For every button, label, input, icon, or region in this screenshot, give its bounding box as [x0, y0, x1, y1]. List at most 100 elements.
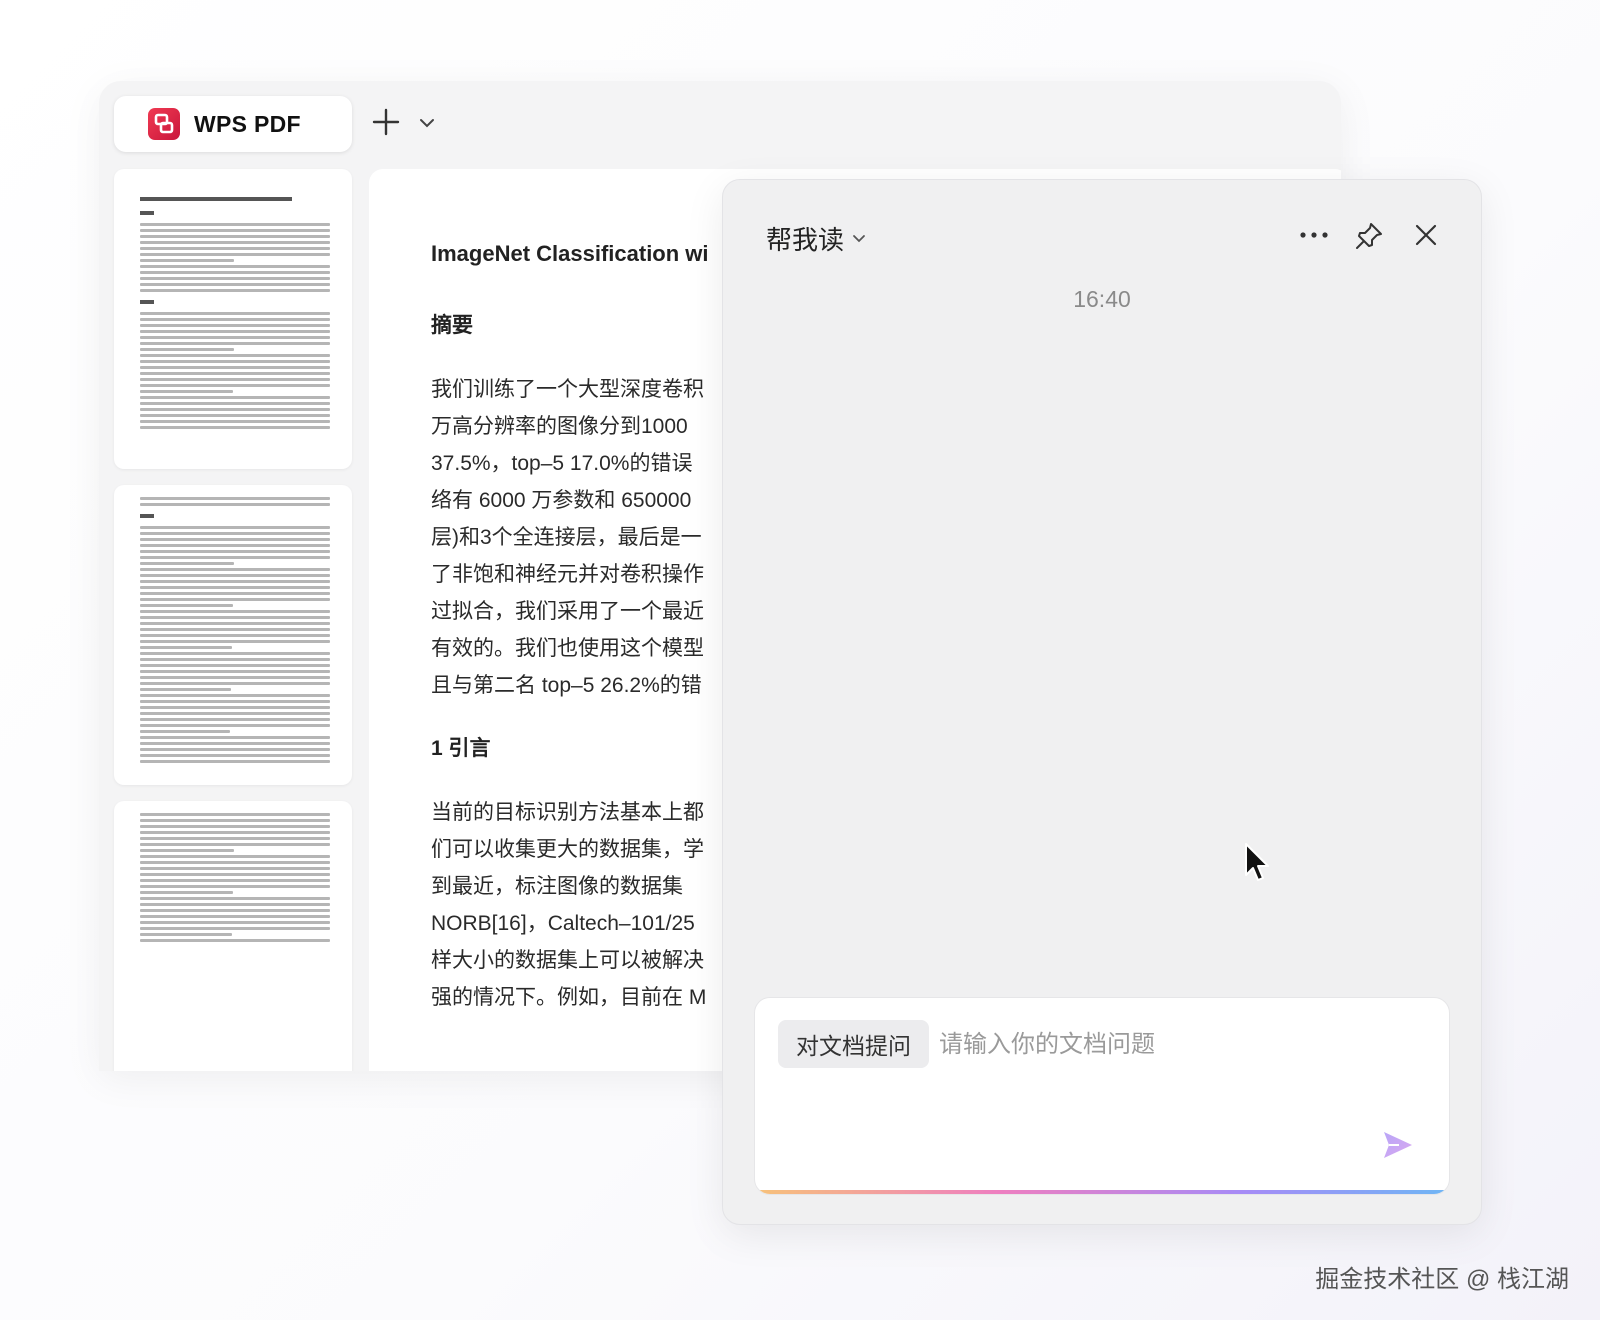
thumbnail-text-line [140, 903, 330, 906]
thumbnail-text-line [140, 736, 330, 739]
thumbnail-text-line [140, 819, 330, 822]
text-line: 当前的目标识别方法基本上都 [431, 801, 704, 824]
thumbnail-text-line [140, 849, 234, 852]
thumbnail-text-line [140, 277, 330, 280]
thumbnail-text-line [140, 556, 330, 559]
thumbnail-text-line [140, 658, 330, 661]
thumbnail-text-line [140, 396, 330, 399]
thumbnail-text-line [140, 682, 330, 685]
thumbnail-section [140, 211, 154, 215]
thumbnail-text-line [140, 754, 330, 757]
thumbnail-text-line [140, 718, 330, 721]
chevron-down-icon[interactable] [419, 117, 435, 129]
thumbnail-text-line [140, 247, 330, 250]
thumbnail-text-line [140, 921, 330, 924]
thumbnail-text-line [140, 223, 330, 226]
thumbnail-text-line [140, 229, 330, 232]
thumbnail-text-line [140, 688, 231, 691]
page-thumbnail-3[interactable] [114, 801, 352, 1071]
text-line: 37.5%，top–5 17.0%的错误 [431, 452, 693, 475]
thumbnail-text-line [140, 610, 330, 613]
thumbnail-text-line [140, 532, 330, 535]
thumbnail-text-line [140, 360, 330, 363]
thumbnail-text-line [140, 867, 330, 870]
thumbnail-text-line [140, 283, 330, 286]
thumbnail-text-line [140, 927, 330, 930]
ai-reading-panel: 帮我读 16:40 对文档提问 [722, 179, 1482, 1225]
thumbnail-text-line [140, 855, 330, 858]
section-1-heading: 1 引言 [431, 737, 491, 760]
text-line: 万高分辨率的图像分到1000 [431, 415, 688, 438]
thumbnail-text-line [140, 730, 230, 733]
question-input-box[interactable]: 对文档提问 [754, 997, 1450, 1195]
text-line: 了非饱和神经元并对卷积操作 [431, 563, 704, 586]
thumbnail-text-line [140, 420, 330, 423]
abstract-paragraph: 我们训练了一个大型深度卷积 万高分辨率的图像分到1000 37.5%，top–5… [431, 371, 731, 704]
thumbnail-text-line [140, 366, 330, 369]
thumbnail-text-line [140, 586, 330, 589]
thumbnail-heading [140, 197, 292, 201]
more-icon[interactable] [1299, 230, 1329, 240]
text-line: 且与第二名 top–5 26.2%的错 [431, 674, 702, 697]
send-icon[interactable] [1381, 1128, 1415, 1162]
tab-title: WPS PDF [194, 110, 301, 137]
thumbnail-text-line [140, 843, 330, 846]
text-line: 们可以收集更大的数据集，学 [431, 838, 704, 861]
thumbnail-text-line [140, 259, 234, 262]
tab-wps-pdf[interactable]: WPS PDF [114, 96, 352, 152]
mode-label: 帮我读 [766, 225, 845, 255]
thumbnail-text-line [140, 402, 330, 405]
text-line: 到最近，标注图像的数据集 [431, 875, 683, 898]
thumbnail-text-line [140, 538, 330, 541]
thumbnail-text-line [140, 825, 330, 828]
thumbnail-text-line [140, 550, 330, 553]
thumbnail-text-line [140, 861, 330, 864]
text-line: 络有 6000 万参数和 650000 [431, 489, 692, 512]
thumbnail-text-line [140, 390, 233, 393]
add-tab-icon[interactable] [371, 107, 401, 137]
thumbnail-text-line [140, 330, 330, 333]
thumbnail-text-line [140, 271, 330, 274]
thumbnail-text-line [140, 414, 330, 417]
thumbnail-text-line [140, 879, 330, 882]
thumbnail-text-line [140, 652, 330, 655]
thumbnail-text-line [140, 598, 330, 601]
thumbnail-text-line [140, 497, 330, 500]
mode-selector[interactable]: 帮我读 [766, 220, 866, 257]
thumbnail-text-line [140, 253, 330, 256]
text-line: 有效的。我们也使用这个模型 [431, 637, 704, 660]
thumbnail-text-line [140, 891, 233, 894]
thumbnail-text-line [140, 664, 330, 667]
thumbnail-text-line [140, 503, 330, 506]
thumbnail-text-line [140, 634, 330, 637]
mouse-cursor-icon [1245, 843, 1269, 881]
thumbnail-text-line [140, 760, 330, 763]
page-thumbnail-2[interactable] [114, 485, 352, 785]
page-thumbnail-1[interactable] [114, 169, 352, 469]
section-1-paragraph: 当前的目标识别方法基本上都 们可以收集更大的数据集，学 到最近，标注图像的数据集… [431, 794, 731, 1016]
thumbnail-text-line [140, 915, 330, 918]
thumbnail-text-line [140, 885, 330, 888]
text-line: 强的情况下。例如，目前在 M [431, 986, 707, 1009]
thumbnail-text-line [140, 837, 330, 840]
thumbnail-text-line [140, 526, 330, 529]
thumbnail-text-line [140, 574, 330, 577]
thumbnail-text-line [140, 742, 330, 745]
wps-pdf-logo-icon [148, 108, 180, 140]
close-icon[interactable] [1413, 222, 1439, 248]
question-input[interactable] [937, 1026, 1421, 1064]
thumbnail-text-line [140, 562, 234, 565]
thumbnail-text-line [140, 933, 232, 936]
thumbnail-text-line [140, 712, 330, 715]
thumbnail-text-line [140, 568, 330, 571]
text-line: 过拟合，我们采用了一个最近 [431, 600, 704, 623]
thumbnail-text-line [140, 324, 330, 327]
thumbnail-text-line [140, 897, 330, 900]
pin-icon[interactable] [1353, 220, 1385, 252]
thumbnail-text-line [140, 724, 330, 727]
thumbnail-text-line [140, 241, 330, 244]
thumbnail-text-line [140, 628, 330, 631]
ask-document-tag[interactable]: 对文档提问 [778, 1020, 929, 1068]
thumbnail-text-line [140, 813, 330, 816]
input-glow-border [755, 1190, 1449, 1194]
